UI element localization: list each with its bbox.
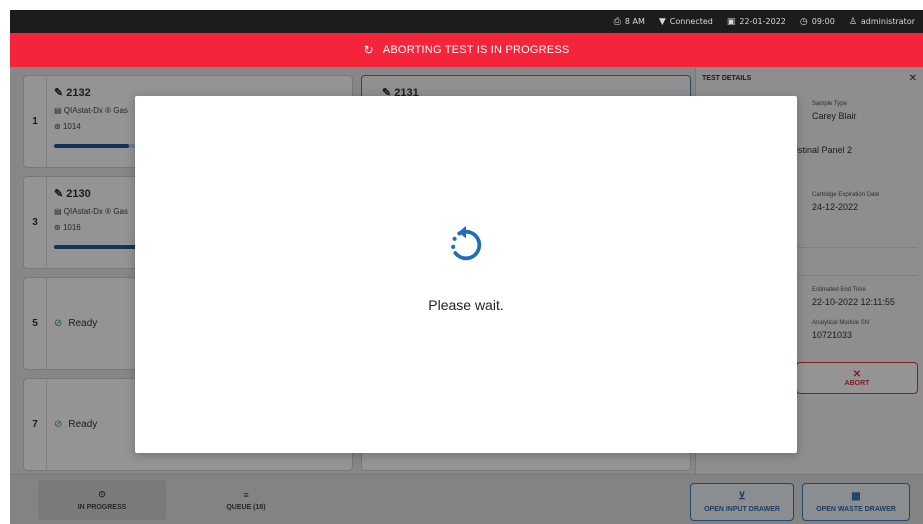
date-label: 22-01-2022 (739, 17, 786, 26)
wifi-icon: ▼ (658, 16, 666, 27)
connection-status: ▼ Connected (659, 17, 713, 27)
abort-progress-icon: ↻ (363, 43, 374, 57)
user-label: administrator (860, 17, 915, 26)
spinner-dot (452, 236, 457, 241)
user-status[interactable]: ♙ administrator (849, 17, 915, 27)
spinner-dot (457, 231, 462, 236)
status-bar: ⎙ 8 AM ▼ Connected ▣ 22-01-2022 ◷ 09:00 … (10, 10, 923, 33)
date-status: ▣ 22-01-2022 (727, 17, 786, 27)
abort-banner: ↻ ABORTING TEST IS IN PROGRESS (10, 33, 923, 67)
app-root: ⎙ 8 AM ▼ Connected ▣ 22-01-2022 ◷ 09:00 … (0, 0, 923, 524)
printer-icon: ⎙ (613, 16, 621, 27)
spinner-arc (453, 229, 482, 261)
abort-banner-text: ABORTING TEST IS IN PROGRESS (382, 44, 570, 56)
please-wait-dialog: Please wait. (135, 96, 797, 453)
refresh-spinner-icon (451, 226, 482, 261)
time-label: 09:00 (811, 17, 835, 26)
connection-label: Connected (669, 17, 713, 26)
please-wait-message: Please wait. (428, 297, 504, 313)
printer-status: ⎙ 8 AM (614, 17, 645, 27)
calendar-icon: ▣ (726, 16, 736, 27)
clock-icon: ◷ (799, 16, 808, 27)
printer-label: 8 AM (624, 17, 645, 26)
user-icon: ♙ (848, 16, 857, 27)
spinner-dot (451, 244, 456, 249)
time-status: ◷ 09:00 (800, 17, 835, 27)
